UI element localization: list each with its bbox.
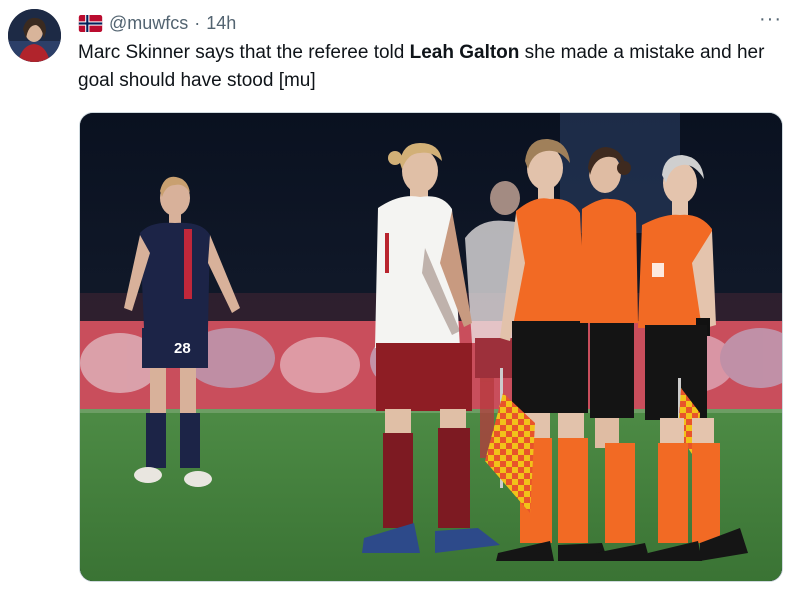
separator-dot: · xyxy=(194,12,201,33)
tweet-text: Marc Skinner says that the referee told … xyxy=(78,39,778,95)
avatar-image xyxy=(8,9,61,62)
avatar[interactable] xyxy=(8,9,61,62)
user-handle[interactable]: @muwfcs xyxy=(109,13,188,34)
norway-flag-icon xyxy=(78,14,103,32)
tweet-photo[interactable]: 28 xyxy=(79,112,783,582)
tweet-header: @muwfcs · 14h xyxy=(78,12,236,34)
tweet-time[interactable]: 14h xyxy=(206,13,236,34)
more-icon[interactable]: ··· xyxy=(759,8,782,31)
tweet-text-start: Marc Skinner says that the referee told xyxy=(78,42,410,63)
jersey-number-center xyxy=(385,233,389,273)
mentioned-player-name: Leah Galton xyxy=(409,42,520,63)
match-photo: 28 xyxy=(80,113,782,581)
jersey-number-left: 28 xyxy=(174,340,191,357)
